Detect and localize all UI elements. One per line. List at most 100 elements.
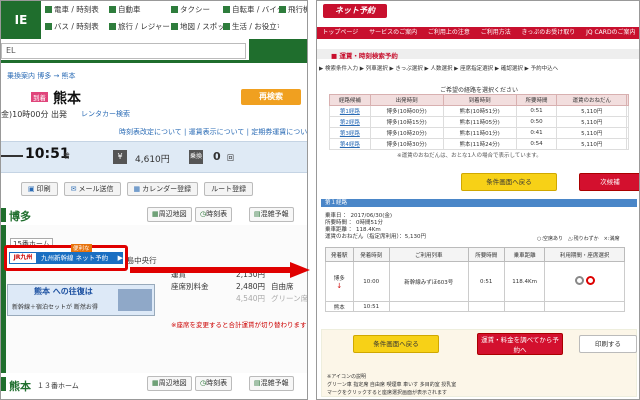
step-indicator: ▶ 検索条件入力 ▶ 列車選択 ▶ きっぷ選択 ▶ 人数選択 ▶ 座席指定選択 … <box>319 66 559 72</box>
map-icon: ▦ <box>152 210 159 218</box>
nav-ticket[interactable]: きっぷのお受け取り <box>522 27 576 39</box>
route-link[interactable]: 第1経路 <box>329 105 371 117</box>
next-candidate-button[interactable]: 次候補 <box>579 173 639 191</box>
arrow-down-icon: ↓ <box>336 281 343 290</box>
destination-name: 熊本 <box>53 91 81 107</box>
nav-notes[interactable]: ご利用上の注意 <box>428 27 470 39</box>
transfer-unit: 回 <box>227 154 234 162</box>
nav-car[interactable]: 自動車 <box>109 4 171 15</box>
site-logo[interactable]: IE <box>1 1 41 39</box>
calendar-button[interactable]: ▦ カレンダー登録 <box>126 182 199 196</box>
print-button[interactable]: ▣ 印刷 <box>21 182 58 196</box>
bike-icon <box>223 6 230 13</box>
chevron-right-icon: ▶ <box>117 254 123 262</box>
plane-icon <box>279 6 286 13</box>
nav-card[interactable]: JQ CARDのご案内 <box>586 27 635 39</box>
route-link[interactable]: 第4経路 <box>329 138 371 150</box>
availability-legend: ○:空席あり △:残りわずか ×:満席 <box>537 236 620 242</box>
banner-subtitle: 新幹線＋宿泊セットが 断然お得 <box>12 304 98 311</box>
nav-service[interactable]: サービスのご案内 <box>369 27 417 39</box>
seat-selected-icon[interactable] <box>585 276 595 285</box>
transfer-count: 0 <box>213 150 221 163</box>
check-fare-reserve-button[interactable]: 運賃・料金を調べてから予約へ <box>477 333 563 355</box>
nav-plane[interactable]: 飛行機 <box>279 4 307 15</box>
breadcrumb[interactable]: 乗換案内 博多 → 熊本 <box>7 71 76 81</box>
bus-icon <box>45 23 52 30</box>
station-marker-icon <box>1 208 6 222</box>
destination-station-name[interactable]: 熊本 <box>9 378 31 394</box>
origin-name[interactable]: 博多 <box>9 208 31 224</box>
banner-title: 熊本 への往復は <box>34 287 93 296</box>
left-pane: IE 電車 / 時刻表 自動車 タクシー 自転車 / バイク 飛行機 バス / … <box>0 0 308 400</box>
search-button[interactable] <box>249 39 307 63</box>
table-row: 第4経路 博多(10時30分) 熊本(11時24分) 0:54 5,110円 <box>329 138 629 150</box>
route-1-header: 第１経路 <box>321 199 637 207</box>
chart-icon: ▤ <box>254 379 261 387</box>
col-header: 所要時間 <box>515 94 558 106</box>
route-save-button[interactable]: ルート登録 <box>204 182 254 196</box>
map-icon <box>171 23 178 30</box>
route-link[interactable]: 第2経路 <box>329 116 371 128</box>
seat-change-notice: ※座席を変更すると合計運賃が切り替わります <box>171 321 307 329</box>
col-header: 経路候補 <box>329 94 371 106</box>
nav-howto[interactable]: ご利用方法 <box>481 27 511 39</box>
rentacar-link[interactable]: レンタカー検索 <box>81 109 130 119</box>
right-pane: ネット予約 トップページ サービスのご案内 ご利用上の注意 ご利用方法 きっぷの… <box>316 0 640 400</box>
search-input[interactable]: EL <box>1 43 246 59</box>
yen-icon: ¥ <box>113 150 127 164</box>
red-arrow-annotation <box>130 262 310 278</box>
dest-map-button[interactable]: ▦周辺地図 <box>147 376 192 391</box>
nav-travel[interactable]: 旅行 / レジャー <box>109 21 171 32</box>
col-header: 発着駅 <box>325 247 354 262</box>
nav-taxi[interactable]: タクシー <box>171 4 223 15</box>
route-info: 乗車日 ： 2017/06/30(金) 所要時間 ： 0時間51分 乗車距離 ：… <box>325 213 426 240</box>
nav-map[interactable]: 地図 / スポット <box>171 21 223 32</box>
dest-crowd-button[interactable]: ▤混雑予報 <box>249 376 294 391</box>
col-header: 乗車距離 <box>503 247 546 262</box>
fare-row[interactable]: 4,540円 グリーン席 <box>171 293 307 305</box>
nav-bus[interactable]: バス / 時刻表 <box>45 21 109 32</box>
table-row: 博多 ↓ 10:00 新幹線みずほ603号 0:51 118.4Km <box>325 261 625 302</box>
col-header <box>626 94 629 106</box>
col-header: 利用期間・座席選択 <box>544 247 625 262</box>
summary-bar: 10:51 着 ¥ 4,610円 乗換 0 回 <box>1 141 307 173</box>
col-header: 運賃のおねだん <box>556 94 628 106</box>
origin-row: 博多 ▦周辺地図 ◷時刻表 ▤混雑予報 <box>1 206 307 224</box>
back-to-conditions-button-2[interactable]: 条件画面へ戻る <box>353 335 439 353</box>
taxi-icon <box>171 6 178 13</box>
action-buttons: ▣ 印刷 ✉ メール送信 ▦ カレンダー登録 ルート登録 <box>21 182 254 196</box>
info-links[interactable]: 時刻表改定について | 運賃表示について | 定期券運賃について <box>119 127 307 137</box>
route-detail-table: 発着駅 発着時刻 ご利用列車 所要時間 乗車距離 利用期間・座席選択 博多 ↓ 1… <box>325 247 625 312</box>
seat-available-icon[interactable] <box>574 276 584 285</box>
printer-icon: ▣ <box>28 185 35 193</box>
mail-button[interactable]: ✉ メール送信 <box>63 182 121 196</box>
fare-row[interactable]: 座席別料金 2,480円 自由席 <box>171 281 307 293</box>
nav-life[interactable]: 生活 / お役立ち <box>223 21 279 32</box>
destination-platform: １３番ホーム <box>37 382 79 390</box>
route-link[interactable]: 第3経路 <box>329 127 371 139</box>
transfer-icon: 乗換 <box>189 150 203 164</box>
col-header: ご利用列車 <box>388 247 469 262</box>
back-to-conditions-button[interactable]: 条件画面へ戻る <box>461 173 557 191</box>
nav-train[interactable]: 電車 / 時刻表 <box>45 4 109 15</box>
nav-top[interactable]: トップページ <box>322 27 358 39</box>
table-row: 熊本 10:51 <box>325 301 625 312</box>
col-header: 到着時刻 <box>442 94 517 106</box>
nav-bike[interactable]: 自転車 / バイク <box>223 4 279 15</box>
arrival-badge: 到着 <box>31 92 48 102</box>
map-icon: ▦ <box>152 379 159 387</box>
table-row: 第1経路 博多(10時00分) 熊本(10時51分) 0:51 5,110円 <box>329 105 629 117</box>
origin-crowd-button[interactable]: ▤混雑予報 <box>249 207 294 222</box>
total-fare: 4,610円 <box>135 155 170 165</box>
kumamoto-package-banner[interactable]: 熊本 への往復は 新幹線＋宿泊セットが 断然お得 <box>7 284 155 316</box>
origin-map-button[interactable]: ▦周辺地図 <box>147 207 192 222</box>
jr-kyushu-reservation-banner[interactable]: 九州新幹線 ネット予約 JR九州 便利な ▶ <box>4 244 128 271</box>
fare-note: ※運賃のおねだんは、おとな1人の場合で表示しています。 <box>397 153 542 159</box>
net-reservation-logo[interactable]: ネット予約 <box>323 4 387 18</box>
route-line <box>1 155 23 157</box>
research-button[interactable]: 再検索 <box>241 89 301 105</box>
icon-legend: ※アイコンの説明 グリーン車 指定席 自由席 喫煙車 車いす 多目的室 授乳室 … <box>327 374 457 396</box>
origin-timetable-button[interactable]: ◷時刻表 <box>195 207 233 222</box>
dest-timetable-button[interactable]: ◷時刻表 <box>195 376 233 391</box>
print-page-button[interactable]: 印刷する <box>579 335 637 353</box>
